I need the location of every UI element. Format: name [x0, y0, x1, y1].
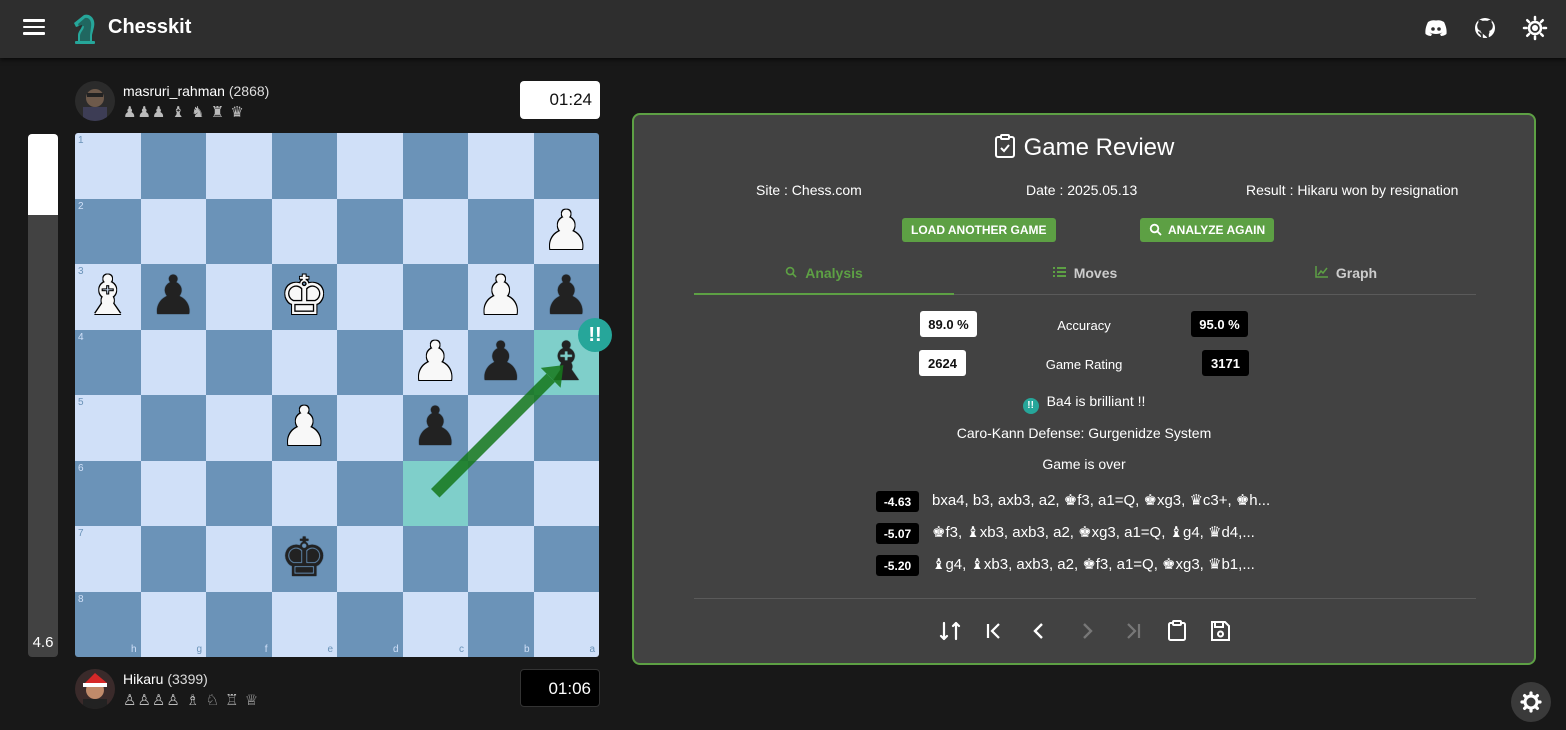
brilliant-icon: !!	[1022, 398, 1039, 414]
last-move-icon[interactable]	[1119, 617, 1147, 645]
engine-line[interactable]: -4.63 bxa4, b3, axb3, a2, ♚f3, a1=Q, ♚xg…	[876, 489, 1296, 513]
line-eval: -5.07	[876, 523, 919, 544]
line-eval: -5.20	[876, 555, 919, 576]
gear-icon	[1520, 691, 1542, 713]
settings-button[interactable]	[1511, 682, 1551, 722]
player-name: masruri_rahman (2868)	[123, 83, 270, 99]
game-date: Date : 2025.05.13	[1026, 182, 1138, 198]
engine-line[interactable]: -5.07 ♚f3, ♝xb3, axb3, a2, ♚xg3, a1=Q, ♝…	[876, 521, 1296, 545]
accuracy-label: Accuracy	[1057, 318, 1111, 333]
captured-pieces: ♙♙♙♙ ♗ ♘ ♖ ♕	[123, 692, 260, 709]
white-accuracy: 89.0 %	[920, 311, 977, 337]
chart-icon	[1315, 266, 1328, 278]
flip-board-icon[interactable]	[936, 617, 964, 645]
game-site: Site : Chess.com	[756, 182, 862, 198]
review-title: Game Review	[634, 133, 1534, 162]
app-title[interactable]: Chesskit	[108, 16, 191, 39]
game-review-panel: Game Review Site : Chess.com Date : 2025…	[632, 113, 1536, 665]
review-tabs: Analysis Moves Graph	[694, 259, 1476, 295]
bottom-player-info: Hikaru (3399) ♙♙♙♙ ♗ ♘ ♖ ♕ 01:06	[75, 669, 600, 709]
top-player-info: masruri_rahman (2868) ♟♟♟ ♝ ♞ ♜ ♛ 01:24	[75, 81, 600, 121]
line-moves: bxa4, b3, axb3, a2, ♚f3, a1=Q, ♚xg3, ♛c3…	[932, 492, 1271, 509]
black-accuracy: 95.0 %	[1191, 311, 1248, 337]
previous-move-icon[interactable]	[1025, 617, 1053, 645]
brilliant-move-badge: !!	[578, 317, 612, 352]
game-status: Game is over	[1042, 456, 1126, 472]
clipboard-check-icon	[994, 134, 1015, 158]
game-result: Result : Hikaru won by resignation	[1246, 182, 1459, 198]
move-arrow	[431, 365, 564, 498]
load-another-game-button[interactable]: LOAD ANOTHER GAME	[902, 218, 1056, 242]
line-moves: ♝g4, ♝xb3, axb3, a2, ♚f3, a1=Q, ♚xg3, ♛b…	[932, 556, 1255, 573]
menu-icon[interactable]	[18, 15, 50, 43]
evaluation-bar: 4.6	[28, 134, 58, 657]
list-icon	[1052, 267, 1066, 277]
tab-graph[interactable]: Graph	[1216, 259, 1476, 295]
divider	[694, 598, 1476, 599]
evaluation-bar-white-fill	[28, 134, 58, 216]
theme-toggle-icon[interactable]	[1521, 14, 1549, 42]
discord-icon[interactable]	[1422, 14, 1450, 42]
line-eval: -4.63	[876, 491, 919, 512]
tab-analysis[interactable]: Analysis	[694, 259, 954, 295]
app-bar: Chesskit	[0, 0, 1566, 58]
tab-moves[interactable]: Moves	[955, 259, 1215, 295]
brilliant-move-note: !! Ba4 is brilliant !!	[634, 393, 1534, 414]
line-moves: ♚f3, ♝xb3, axb3, a2, ♚xg3, a1=Q, ♝g4, ♛d…	[932, 524, 1255, 541]
first-move-icon[interactable]	[980, 617, 1008, 645]
search-icon	[1149, 223, 1162, 236]
chess-board[interactable]: 1 2 3 4 5 6 7 8 h g f e d c b a ♟ ♝ ♟ ♚ ♟ ♟ ♟ ♟ ♝ ♟ ♟ ♚	[75, 133, 599, 657]
github-icon[interactable]	[1471, 14, 1499, 42]
engine-line[interactable]: -5.20 ♝g4, ♝xb3, axb3, a2, ♚f3, a1=Q, ♚x…	[876, 553, 1296, 577]
search-icon	[785, 266, 797, 278]
player-clock: 01:24	[520, 81, 600, 119]
avatar	[75, 81, 115, 121]
opening-name: Caro-Kann Defense: Gurgenidze System	[956, 425, 1212, 441]
copy-pgn-icon[interactable]	[1163, 617, 1191, 645]
black-game-rating: 3171	[1202, 350, 1249, 376]
game-rating-label: Game Rating	[1045, 357, 1123, 372]
chesskit-logo-icon	[74, 14, 95, 44]
next-move-icon[interactable]	[1073, 617, 1101, 645]
avatar	[75, 669, 115, 709]
white-game-rating: 2624	[919, 350, 966, 376]
evaluation-value: 4.6	[32, 634, 54, 651]
player-name: Hikaru (3399)	[123, 671, 208, 687]
analyze-again-button[interactable]: ANALYZE AGAIN	[1140, 218, 1275, 242]
save-icon[interactable]	[1206, 617, 1234, 645]
player-clock: 01:06	[520, 669, 600, 707]
captured-pieces: ♟♟♟ ♝ ♞ ♜ ♛	[123, 104, 245, 121]
